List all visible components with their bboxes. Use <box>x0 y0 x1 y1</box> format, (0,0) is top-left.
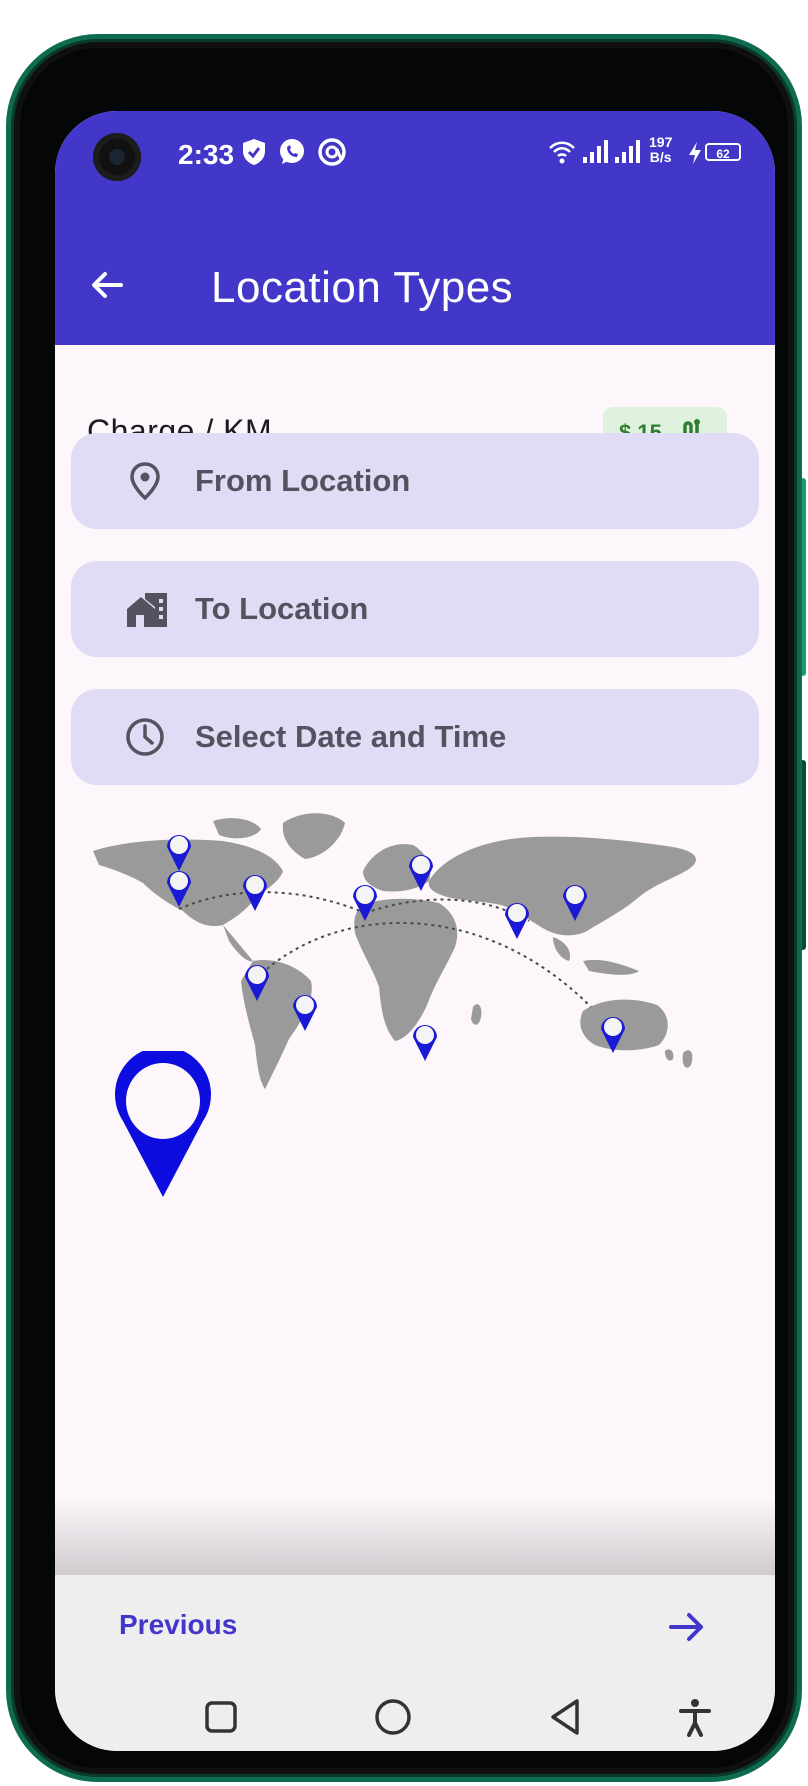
battery-icon: 62 <box>705 143 741 161</box>
home-work-icon <box>123 587 167 631</box>
date-time-field[interactable]: Select Date and Time <box>71 689 759 785</box>
network-speed: 197 B/s <box>649 135 672 165</box>
to-location-field[interactable]: To Location <box>71 561 759 657</box>
network-speed-value: 197 <box>649 134 673 150</box>
to-location-label: To Location <box>195 591 369 626</box>
signal-icon <box>581 137 609 172</box>
whatsapp-icon <box>277 137 307 172</box>
date-time-label: Select Date and Time <box>195 719 507 754</box>
accessibility-icon[interactable] <box>675 1697 715 1742</box>
network-speed-unit: B/s <box>649 149 672 165</box>
clock-icon <box>123 715 167 759</box>
bottom-bar: Previous <box>55 1575 775 1751</box>
screen: 2:33 197 B/s 62 Location Types Charge / … <box>55 111 775 1751</box>
location-pin-icon <box>123 459 167 503</box>
square-recents-icon[interactable] <box>201 1697 241 1742</box>
shield-icon <box>241 137 267 172</box>
charging-icon <box>687 141 703 170</box>
arrow-back-icon[interactable] <box>85 263 129 307</box>
page-title: Location Types <box>211 263 514 312</box>
app-bar: Location Types <box>55 227 775 345</box>
from-location-label: From Location <box>195 463 411 498</box>
circle-home-icon[interactable] <box>373 1697 413 1742</box>
location-pin-icon <box>111 1046 215 1206</box>
previous-button[interactable]: Previous <box>119 1609 237 1641</box>
bottom-bar-shadow <box>55 1497 775 1575</box>
front-camera <box>93 133 141 181</box>
arrow-forward-icon[interactable] <box>665 1605 709 1649</box>
status-bar: 2:33 197 B/s 62 <box>55 111 775 227</box>
status-time: 2:33 <box>178 139 235 170</box>
signal-icon <box>613 137 641 172</box>
from-location-field[interactable]: From Location <box>71 433 759 529</box>
at-icon <box>317 137 347 172</box>
phone-frame: 2:33 197 B/s 62 Location Types Charge / … <box>6 34 802 1782</box>
triangle-back-icon[interactable] <box>545 1697 585 1742</box>
wifi-icon <box>547 137 577 172</box>
